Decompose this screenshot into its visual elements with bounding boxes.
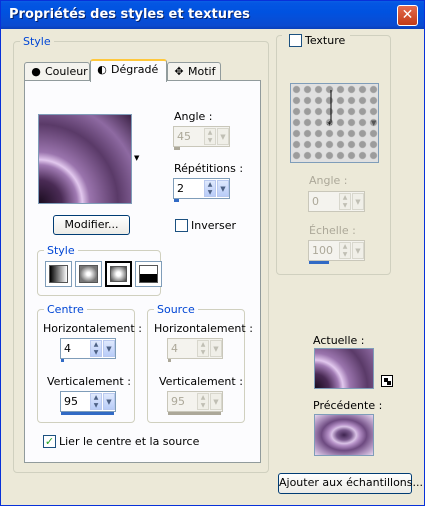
spin-updown-icon: ▲ ▼ [197, 393, 209, 410]
centre-legend: Centre [47, 303, 84, 316]
texture-scale-label: Échelle : [309, 224, 356, 237]
style-group-legend: Style [23, 35, 51, 48]
spin-updown-icon[interactable]: ▲ ▼ [204, 180, 216, 197]
texture-scale-value: 100 [312, 244, 333, 257]
source-h-spinner: 4 ▲ ▼ ▼ [167, 338, 223, 362]
tab-motif[interactable]: ✥ Motif [167, 62, 221, 81]
spin-updown-icon: ▲ ▼ [339, 242, 351, 259]
chevron-down-icon: ▼ [352, 242, 364, 259]
centre-h-spinner[interactable]: 4 ▲ ▼ ▼ [60, 338, 116, 362]
close-button[interactable]: ✕ [397, 5, 418, 26]
spin-updown-icon: ▲ ▼ [197, 340, 209, 357]
svg-text:*: * [327, 120, 332, 131]
repetitions-slider-bar[interactable] [174, 199, 179, 202]
repetitions-value[interactable]: 2 [177, 182, 184, 195]
add-to-samples-button[interactable]: Ajouter aux échantillons... [278, 473, 423, 494]
centre-h-value[interactable]: 4 [64, 342, 71, 355]
half-circle-icon: ◐ [97, 63, 107, 76]
source-h-label: Horizontalement : [154, 322, 253, 335]
angle-label: Angle : [174, 110, 213, 123]
window-title: Propriétés des styles et textures [9, 7, 250, 22]
radial-gradient-style-button[interactable] [135, 261, 162, 287]
source-h-value: 4 [171, 342, 178, 355]
link-centre-source-label: Lier le centre et la source [59, 435, 200, 448]
texture-angle-label: Angle : [309, 174, 348, 187]
texture-label: Texture [305, 34, 346, 47]
tab-couleur-label: Couleur [45, 65, 88, 78]
pattern-icon: ✥ [174, 65, 184, 78]
centre-v-value[interactable]: 95 [64, 395, 78, 408]
tab-couleur[interactable]: ● Couleur [24, 62, 90, 81]
source-v-label: Verticalement : [159, 375, 243, 388]
texture-angle-spinner: 0 ▲ ▼ ▼ [308, 191, 365, 212]
texture-angle-value: 0 [312, 195, 319, 208]
angle-value: 45 [177, 130, 191, 143]
centre-h-slider-bar[interactable] [61, 359, 64, 362]
current-swatch[interactable] [314, 348, 374, 389]
source-h-slider-bar [168, 359, 171, 362]
sunburst-gradient-style-button[interactable] [105, 261, 132, 287]
title-bar[interactable]: Propriétés des styles et textures ✕ [1, 1, 424, 29]
tab-motif-label: Motif [188, 65, 216, 78]
centre-v-label: Verticalement : [47, 375, 131, 388]
centre-v-spinner[interactable]: 95 ▲ ▼ ▼ [60, 391, 116, 415]
linear-gradient-icon [49, 265, 68, 283]
centre-h-label: Horizontalement : [43, 322, 142, 335]
spin-updown-icon: ▲ ▼ [204, 128, 216, 145]
chevron-down-icon: ▼ [352, 193, 364, 210]
linear-gradient-style-button[interactable] [45, 261, 72, 287]
previous-label: Précédente : [313, 399, 383, 412]
gradient-style-legend: Style [47, 244, 75, 257]
angle-spinner: 45 ▲ ▼ ▼ [173, 126, 230, 150]
source-v-spinner: 95 ▲ ▼ ▼ [167, 391, 223, 415]
source-v-value: 95 [171, 395, 185, 408]
source-v-slider-bar [168, 412, 221, 415]
tab-degrade[interactable]: ◐ Dégradé [90, 59, 167, 82]
chevron-down-icon: ▼ [210, 393, 222, 410]
chevron-down-icon[interactable]: ▼ [217, 180, 229, 197]
texture-checkbox[interactable] [289, 34, 302, 47]
chevron-down-icon: ▼ [217, 128, 229, 145]
texture-scale-spinner: 100 ▲ ▼ ▼ [308, 240, 365, 264]
texture-scale-slider-bar [309, 261, 329, 264]
gradient-preview[interactable] [38, 114, 132, 204]
chevron-down-icon[interactable]: ▼ [103, 340, 115, 357]
filled-circle-icon: ● [31, 65, 41, 78]
properties-dialog: Propriétés des styles et textures ✕ Styl… [0, 0, 425, 506]
previous-swatch[interactable] [314, 414, 374, 456]
tab-degrade-label: Dégradé [111, 63, 159, 76]
chevron-down-icon[interactable]: ▼ [103, 393, 115, 410]
repetitions-label: Répétitions : [174, 162, 244, 175]
close-icon: ✕ [401, 7, 414, 23]
current-label: Actuelle : [313, 334, 365, 347]
texture-preview: * [290, 83, 379, 163]
invert-label: Inverser [191, 219, 237, 232]
radial-gradient-icon [139, 265, 158, 283]
invert-checkbox[interactable] [175, 219, 188, 232]
angle-slider-bar [174, 147, 180, 150]
link-centre-source-checkbox[interactable]: ✓ [43, 435, 56, 448]
centre-v-slider-bar[interactable] [61, 412, 114, 415]
source-legend: Source [157, 303, 195, 316]
spin-updown-icon[interactable]: ▲ ▼ [90, 340, 102, 357]
rectangular-gradient-icon [79, 265, 98, 283]
modify-button[interactable]: Modifier... [53, 215, 130, 235]
chevron-down-icon: ▼ [210, 340, 222, 357]
texture-dropdown-icon: ▼ [371, 119, 377, 127]
checkmark-icon: ✓ [44, 435, 55, 448]
swap-icon[interactable] [381, 375, 393, 387]
repetitions-spinner[interactable]: 2 ▲ ▼ ▼ [173, 178, 230, 202]
rectangular-gradient-style-button[interactable] [75, 261, 102, 287]
texture-angle-icon: * [327, 90, 332, 131]
sunburst-gradient-icon [110, 266, 127, 282]
gradient-dropdown-icon[interactable]: ▼ [134, 154, 139, 162]
spin-updown-icon[interactable]: ▲ ▼ [90, 393, 102, 410]
spin-updown-icon: ▲ ▼ [339, 193, 351, 210]
